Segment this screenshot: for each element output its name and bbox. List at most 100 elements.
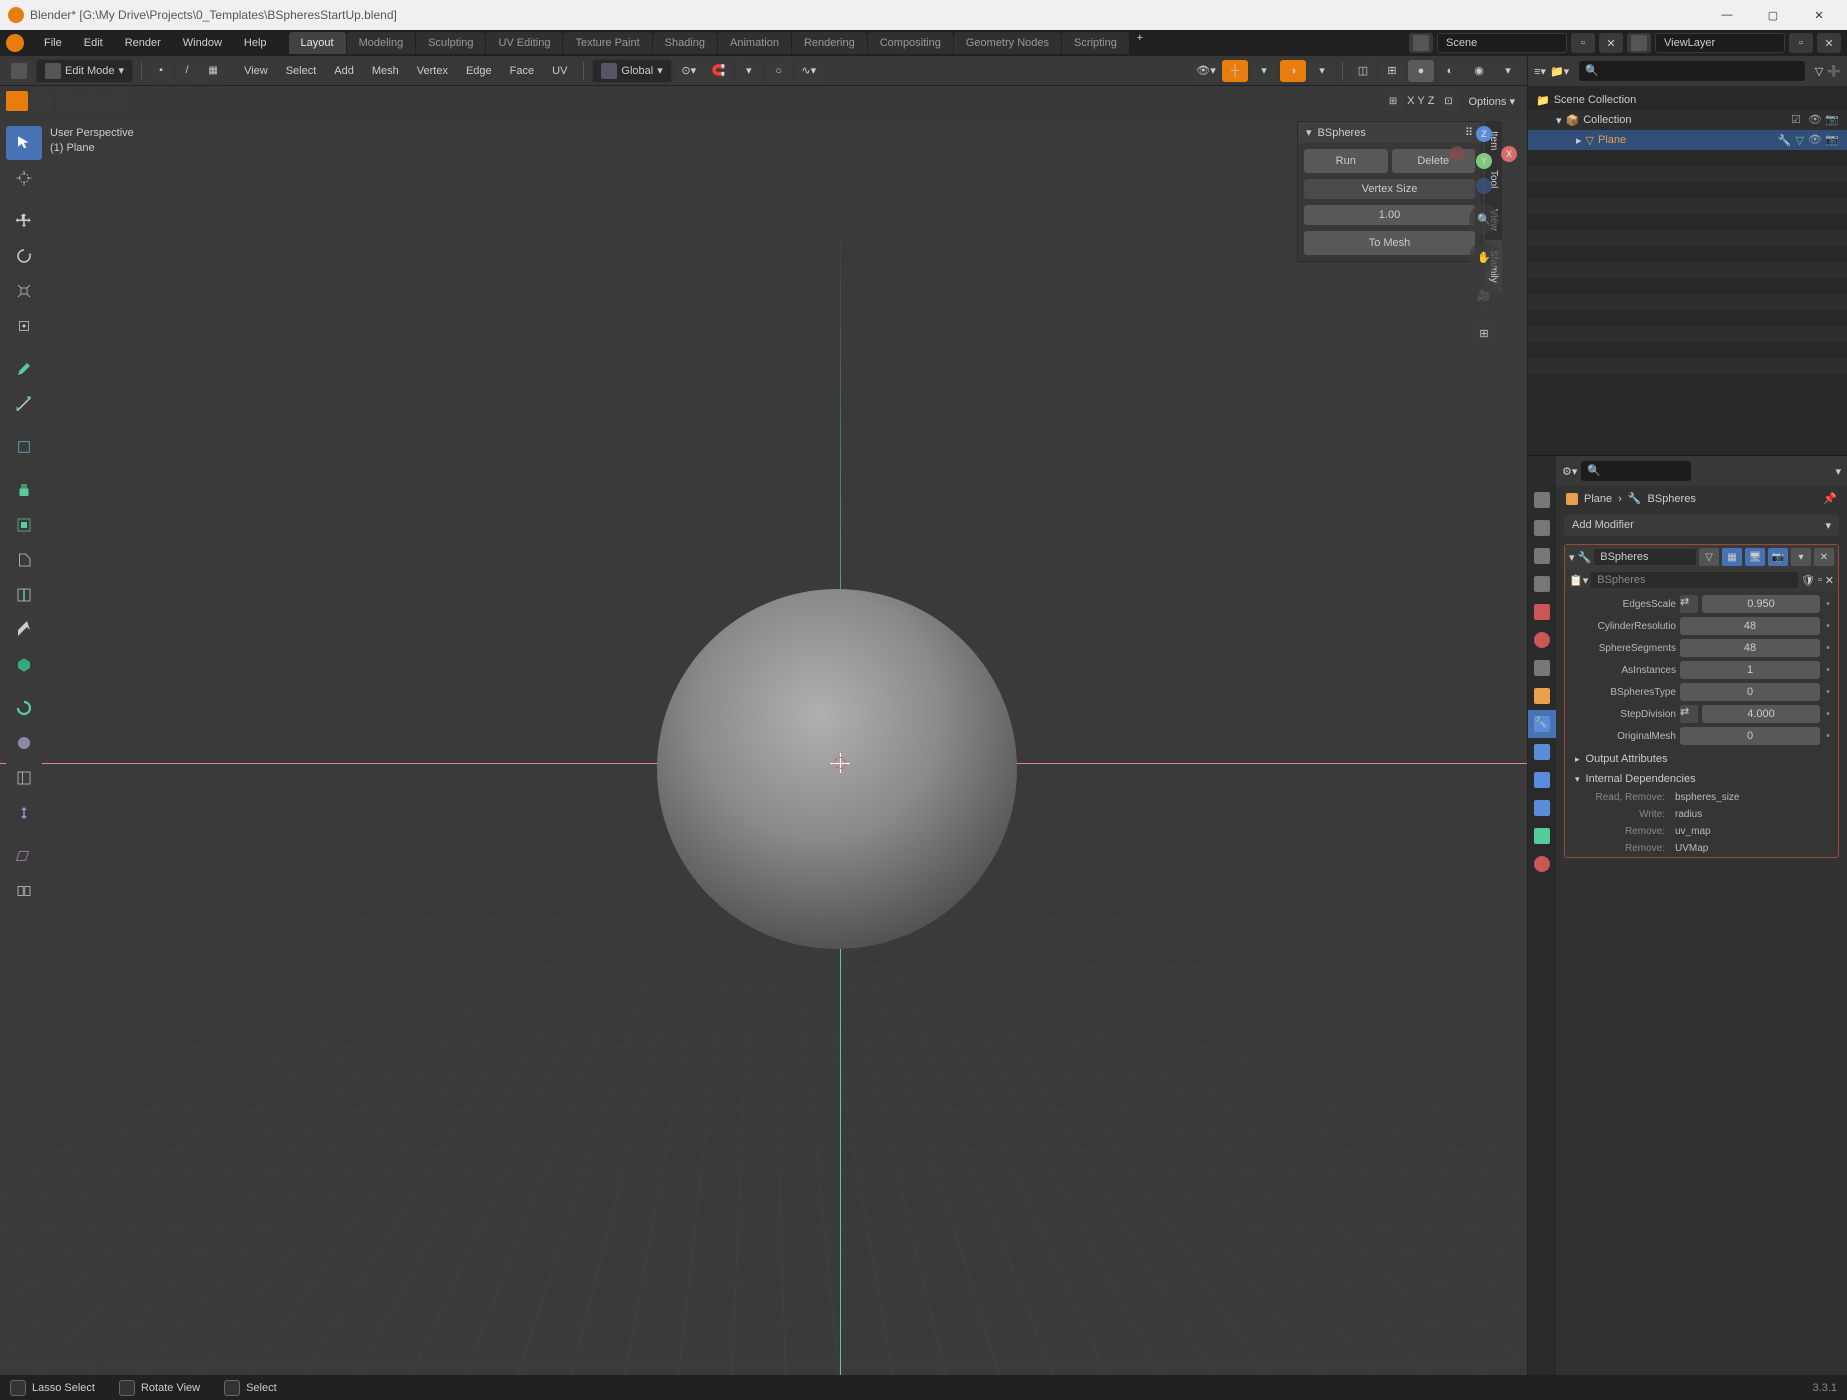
tool-shear[interactable]	[6, 839, 42, 873]
bc-object[interactable]: Plane	[1584, 493, 1612, 505]
scene-delete-button[interactable]: ✕	[1599, 33, 1623, 53]
ptab-physics[interactable]	[1528, 766, 1556, 794]
mesh-display-3[interactable]	[56, 91, 78, 111]
tool-transform[interactable]	[6, 309, 42, 343]
tab-compositing[interactable]: Compositing	[868, 32, 953, 54]
tab-animation[interactable]: Animation	[718, 32, 791, 54]
modifier-name-field[interactable]: BSpheres	[1594, 549, 1696, 565]
tab-layout[interactable]: Layout	[289, 32, 346, 54]
ptab-collection[interactable]	[1528, 654, 1556, 682]
ptab-modifier[interactable]: 🔧	[1528, 710, 1556, 738]
gizmo-neg-x-icon[interactable]	[1449, 146, 1465, 162]
select-mode-edge[interactable]: /	[176, 61, 198, 81]
gizmo-z-icon[interactable]: Z	[1476, 126, 1492, 142]
ptab-tool[interactable]	[1528, 486, 1556, 514]
pan-gizmo[interactable]: ✋	[1469, 242, 1499, 272]
tool-bevel[interactable]	[6, 543, 42, 577]
mod-extra-dropdown[interactable]: ▾	[1791, 548, 1811, 566]
tab-modeling[interactable]: Modeling	[347, 32, 416, 54]
param-menu-icon[interactable]: •	[1824, 598, 1832, 610]
mesh-display-4[interactable]	[81, 91, 103, 111]
tab-uv-editing[interactable]: UV Editing	[486, 32, 562, 54]
tool-knife[interactable]	[6, 613, 42, 647]
nodegroup-fake-user[interactable]: 🛡	[1801, 574, 1815, 587]
mesh-display-1[interactable]	[6, 91, 28, 111]
shading-rendered[interactable]: ◉	[1466, 60, 1492, 82]
bc-modifier[interactable]: BSpheres	[1648, 493, 1696, 505]
run-button[interactable]: Run	[1304, 149, 1388, 173]
viewlayer-delete-button[interactable]: ✕	[1817, 33, 1841, 53]
viewlayer-name-field[interactable]: ViewLayer	[1655, 33, 1785, 53]
mode-dropdown[interactable]: Edit Mode▾	[36, 59, 133, 83]
exclude-checkbox-icon[interactable]: ☑	[1791, 113, 1805, 127]
disable-object-render-icon[interactable]: 📷	[1825, 133, 1839, 147]
tool-measure[interactable]	[6, 387, 42, 421]
param-value-field[interactable]: 0	[1680, 727, 1820, 745]
scene-browse-icon[interactable]	[1409, 33, 1433, 53]
param-menu-icon[interactable]: •	[1824, 730, 1832, 742]
ptab-output[interactable]	[1528, 542, 1556, 570]
mod-delete-button[interactable]: ✕	[1814, 548, 1834, 566]
tool-polybuild[interactable]	[6, 648, 42, 682]
nodegroup-copy[interactable]: ▫	[1818, 574, 1822, 586]
outliner-search[interactable]: 🔍	[1579, 61, 1805, 81]
tool-add-cube[interactable]	[6, 430, 42, 464]
outliner-scene-collection[interactable]: 📁Scene Collection	[1528, 90, 1847, 110]
tool-rip[interactable]	[6, 874, 42, 908]
shading-material[interactable]: ◐	[1437, 60, 1463, 82]
axis-x-button[interactable]: X	[1407, 95, 1414, 107]
menu-help[interactable]: Help	[234, 33, 277, 53]
outliner-object-plane[interactable]: ▸ ▽ Plane 🔧 ▽ 👁📷	[1528, 130, 1847, 150]
outliner-new-collection[interactable]: ➕	[1827, 65, 1841, 78]
attribute-toggle-icon[interactable]: ⇄	[1680, 595, 1698, 613]
param-menu-icon[interactable]: •	[1824, 620, 1832, 632]
hide-object-icon[interactable]: 👁	[1808, 133, 1822, 147]
vp-menu-view[interactable]: View	[236, 61, 276, 81]
param-value-field[interactable]: 4.000	[1702, 705, 1820, 723]
ptab-object[interactable]	[1528, 682, 1556, 710]
tab-rendering[interactable]: Rendering	[792, 32, 867, 54]
tool-scale[interactable]	[6, 274, 42, 308]
vp-menu-edge[interactable]: Edge	[458, 61, 500, 81]
camera-gizmo[interactable]: 🎥	[1469, 280, 1499, 310]
nodegroup-name-field[interactable]: BSpheres	[1591, 572, 1798, 588]
proportional-dropdown[interactable]: ∿▾	[796, 60, 822, 82]
tool-select[interactable]	[6, 126, 42, 160]
tab-texture-paint[interactable]: Texture Paint	[563, 32, 651, 54]
visibility-dropdown[interactable]: 👁▾	[1193, 60, 1219, 82]
orientation-dropdown[interactable]: Global▾	[592, 59, 671, 83]
tool-edge-slide[interactable]	[6, 761, 42, 795]
hide-viewport-icon[interactable]: 👁	[1808, 113, 1822, 127]
mod-show-render[interactable]: 📷	[1768, 548, 1788, 566]
xray-toggle[interactable]: ◫	[1350, 60, 1376, 82]
tool-annotate[interactable]	[6, 352, 42, 386]
outliner-display-icon[interactable]: 📁▾	[1550, 65, 1569, 78]
gizmo-x-icon[interactable]: X	[1501, 146, 1517, 162]
outliner-collection[interactable]: ▾📦 Collection ☑👁📷	[1528, 110, 1847, 130]
nodegroup-unlink[interactable]: ✕	[1825, 574, 1834, 587]
zoom-gizmo[interactable]: 🔍	[1469, 204, 1499, 234]
properties-type-icon[interactable]: ⚙▾	[1562, 465, 1577, 478]
ptab-particles[interactable]	[1528, 738, 1556, 766]
proportional-toggle[interactable]: ○	[766, 60, 792, 82]
vp-menu-mesh[interactable]: Mesh	[364, 61, 407, 81]
close-button[interactable]: ✕	[1799, 1, 1839, 29]
minimize-button[interactable]: —	[1707, 1, 1747, 29]
ptab-render[interactable]	[1528, 514, 1556, 542]
axis-y-button[interactable]: Y	[1417, 95, 1424, 107]
param-menu-icon[interactable]: •	[1824, 642, 1832, 654]
overlay-toggle[interactable]: ◑	[1280, 60, 1306, 82]
mesh-display-2[interactable]	[31, 91, 53, 111]
overlay-icon-1[interactable]: ⊞	[1382, 91, 1404, 111]
overlay-icon-2[interactable]: ⊡	[1438, 91, 1460, 111]
options-dropdown[interactable]: Options ▾	[1463, 93, 1522, 110]
menu-edit[interactable]: Edit	[74, 33, 113, 53]
ptab-world[interactable]	[1528, 626, 1556, 654]
shading-solid[interactable]: ●	[1408, 60, 1434, 82]
menu-file[interactable]: File	[34, 33, 72, 53]
tab-shading[interactable]: Shading	[653, 32, 717, 54]
gizmo-y-icon[interactable]: Y	[1476, 153, 1492, 169]
snap-toggle[interactable]: 🧲	[706, 60, 732, 82]
properties-search[interactable]: 🔍	[1581, 461, 1691, 481]
mod-show-cage[interactable]: ▽	[1699, 548, 1719, 566]
